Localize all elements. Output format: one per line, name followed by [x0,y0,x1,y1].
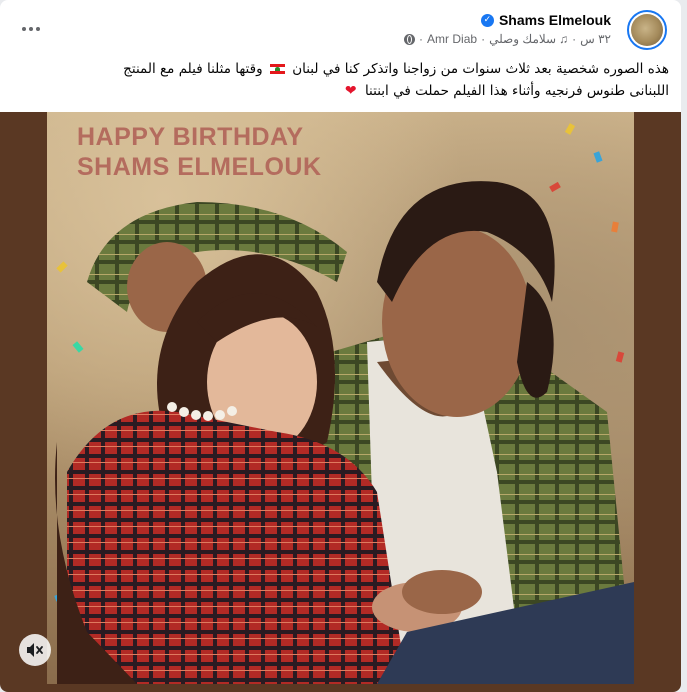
caption-line1-part1: هذه الصوره شخصية بعد ثلاث سنوات من زواجن… [292,61,669,77]
post-caption: هذه الصوره شخصية بعد ثلاث سنوات من زواجن… [10,58,669,102]
author-row: ✓ Shams Elmelouk [480,12,611,28]
post-photo[interactable]: HAPPY BIRTHDAY SHAMS ELMELOUK [47,112,634,684]
couple-illustration [55,181,634,684]
post-time[interactable]: ٣٢ س [580,32,611,46]
red-heart-icon: ❤ [344,83,357,99]
caption-line1-part2: وقتها مثلنا فيلم مع المنتج [123,61,263,77]
meta-separator: · [572,32,577,46]
author-name[interactable]: Shams Elmelouk [499,12,611,28]
more-dot [29,27,33,31]
post-card: ✓ Shams Elmelouk ٣٢ س · ♫ سلامك وصلي · A… [0,0,681,692]
post-meta: ٣٢ س · ♫ سلامك وصلي · Amr Diab · [401,32,611,46]
post-media[interactable]: HAPPY BIRTHDAY SHAMS ELMELOUK [0,112,681,692]
author-avatar[interactable] [627,10,667,50]
avatar-image [631,14,663,46]
audio-track-link[interactable]: سلامك وصلي [489,32,556,46]
speaker-muted-icon [27,643,43,657]
mute-button[interactable] [19,634,51,666]
caption-line2: اللبنانى طنوس فرنجيه وأثناء هذا الفيلم ح… [364,83,669,99]
more-dot [36,27,40,31]
lebanon-flag-icon [269,64,285,74]
music-note-icon: ♫ [559,32,569,46]
more-horizontal-icon [22,27,26,31]
meta-separator: · [481,32,486,46]
post-header: ✓ Shams Elmelouk ٣٢ س · ♫ سلامك وصلي · A… [8,8,671,54]
public-globe-icon[interactable] [404,33,416,45]
verified-badge-icon: ✓ [480,13,494,27]
more-options-button[interactable] [16,14,46,44]
audio-artist-link[interactable]: Amr Diab [427,32,477,46]
meta-separator: · [419,32,424,46]
